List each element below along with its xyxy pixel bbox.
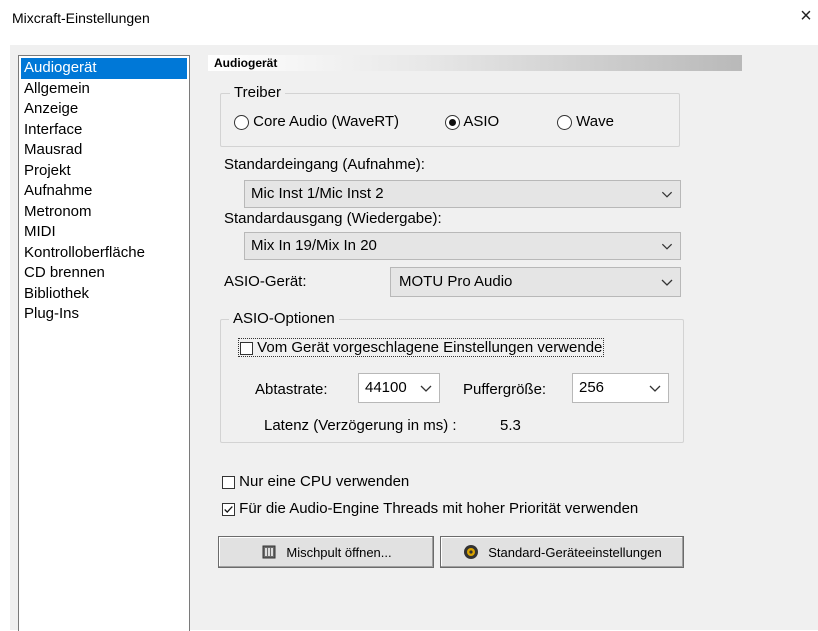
sidebar-item-anzeige[interactable]: Anzeige (19, 99, 189, 120)
sidebar-item-projekt[interactable]: Projekt (19, 161, 189, 182)
close-button[interactable]: × (796, 6, 816, 26)
input-select[interactable]: Mic Inst 1/Mic Inst 2 (244, 180, 681, 208)
single-cpu-box[interactable] (222, 475, 235, 489)
sidebar-item-midi[interactable]: MIDI (19, 222, 189, 243)
sidebar-item-kontrolloberflaeche[interactable]: Kontrolloberfläche (19, 243, 189, 264)
input-select-value: Mic Inst 1/Mic Inst 2 (251, 185, 384, 202)
open-mixer-label: Mischpult öffnen... (286, 544, 392, 560)
sidebar-item-interface[interactable]: Interface (19, 120, 189, 141)
sidebar-item-mausrad[interactable]: Mausrad (19, 140, 189, 161)
asio-device-value: MOTU Pro Audio (399, 273, 513, 290)
chevron-down-icon (420, 385, 432, 392)
sidebar-item-audiogeraet[interactable]: Audiogerät (21, 58, 187, 79)
asio-device-label: ASIO-Gerät: (224, 273, 307, 290)
use-device-settings-checkbox[interactable]: Vom Gerät vorgeschlagene Einstellungen v… (238, 338, 605, 357)
chevron-down-icon (661, 243, 673, 250)
high-priority-box[interactable] (222, 502, 235, 516)
chevron-down-icon (661, 279, 673, 286)
radio-asio-indicator[interactable] (445, 114, 460, 130)
use-device-settings-label: Vom Gerät vorgeschlagene Einstellungen v… (257, 339, 603, 356)
output-select-value: Mix In 19/Mix In 20 (251, 237, 377, 254)
radio-asio-label: ASIO (463, 113, 500, 130)
radio-core-audio-indicator[interactable] (234, 114, 249, 130)
asio-device-select[interactable]: MOTU Pro Audio (390, 267, 681, 297)
latency-label: Latenz (Verzögerung in ms) : (264, 417, 457, 434)
window-title: Mixcraft-Einstellungen (12, 10, 150, 26)
high-priority-label: Für die Audio-Engine Threads mit hoher P… (239, 500, 639, 517)
input-label: Standardeingang (Aufnahme): (224, 156, 425, 173)
default-device-settings-button[interactable]: Standard-Geräteeinstellungen (440, 536, 684, 568)
radio-core-audio[interactable]: Core Audio (WaveRT) (234, 113, 399, 130)
output-label: Standardausgang (Wiedergabe): (224, 210, 442, 227)
radio-wave[interactable]: Wave (557, 113, 614, 130)
driver-legend: Treiber (230, 84, 285, 101)
mixer-icon (262, 545, 276, 559)
use-device-settings-box[interactable] (240, 341, 253, 355)
buffer-size-value: 256 (579, 379, 605, 396)
buffer-size-label: Puffergröße: (463, 381, 547, 398)
open-mixer-button[interactable]: Mischpult öffnen... (218, 536, 434, 568)
sidebar-item-allgemein[interactable]: Allgemein (19, 79, 189, 100)
single-cpu-checkbox[interactable]: Nur eine CPU verwenden (222, 473, 409, 490)
sidebar-item-cd-brennen[interactable]: CD brennen (19, 263, 189, 284)
sidebar-item-bibliothek[interactable]: Bibliothek (19, 284, 189, 305)
single-cpu-label: Nur eine CPU verwenden (239, 473, 410, 490)
chevron-down-icon (649, 385, 661, 392)
latency-value: 5.3 (500, 417, 521, 434)
section-header: Audiogerät (214, 56, 278, 70)
output-select[interactable]: Mix In 19/Mix In 20 (244, 232, 681, 260)
chevron-down-icon (661, 191, 673, 198)
high-priority-checkbox[interactable]: Für die Audio-Engine Threads mit hoher P… (222, 500, 638, 517)
sample-rate-label: Abtastrate: (255, 381, 328, 398)
sample-rate-select[interactable]: 44100 (358, 373, 440, 403)
checkmark-icon (224, 505, 233, 513)
section-header-bar (208, 55, 742, 71)
asio-options-legend: ASIO-Optionen (229, 310, 339, 327)
default-device-settings-label: Standard-Geräteeinstellungen (488, 544, 662, 560)
sidebar-item-aufnahme[interactable]: Aufnahme (19, 181, 189, 202)
radio-wave-indicator[interactable] (557, 114, 572, 130)
category-list[interactable]: Audiogerät Allgemein Anzeige Interface M… (18, 55, 190, 631)
sidebar-item-plug-ins[interactable]: Plug-Ins (19, 304, 189, 325)
close-icon: × (800, 5, 812, 27)
radio-asio[interactable]: ASIO (445, 113, 499, 130)
sidebar-item-metronom[interactable]: Metronom (19, 202, 189, 223)
speaker-icon (464, 545, 479, 559)
radio-wave-label: Wave (576, 113, 614, 130)
radio-core-audio-label: Core Audio (WaveRT) (253, 113, 400, 130)
sample-rate-value: 44100 (365, 379, 407, 396)
buffer-size-select[interactable]: 256 (572, 373, 669, 403)
